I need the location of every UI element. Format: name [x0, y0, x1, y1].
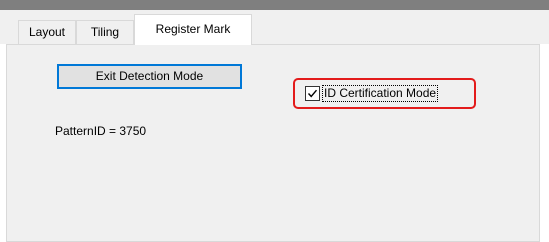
- register-mark-dialog: Layout Tiling Register Mark Exit Detecti…: [0, 0, 549, 242]
- tab-tiling-label: Tiling: [90, 25, 120, 39]
- tab-layout[interactable]: Layout: [18, 20, 76, 44]
- tab-register-mark[interactable]: Register Mark: [134, 14, 252, 45]
- tab-tiling[interactable]: Tiling: [76, 20, 134, 44]
- id-certification-label[interactable]: ID Certification Mode: [322, 85, 439, 102]
- exit-detection-mode-button[interactable]: Exit Detection Mode: [57, 64, 242, 89]
- tab-register-mark-label: Register Mark: [155, 22, 231, 36]
- id-certification-checkbox[interactable]: [305, 86, 320, 101]
- checkmark-icon: [307, 89, 318, 98]
- pattern-id-readout: PatternID = 3750: [55, 124, 147, 138]
- window-top-strip: [0, 0, 549, 10]
- tab-layout-label: Layout: [28, 25, 66, 39]
